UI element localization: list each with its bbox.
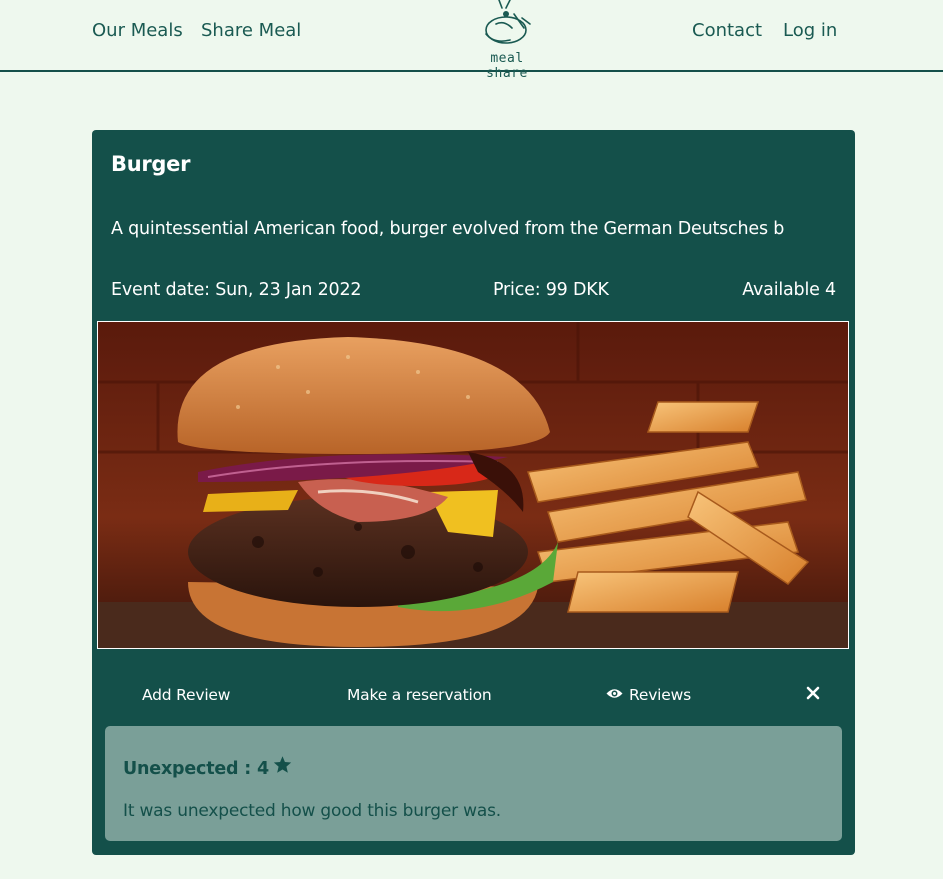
meal-card: Burger A quintessential American food, b…	[92, 130, 855, 855]
review-item: Unexpected : 4 It was unexpected how goo…	[105, 726, 842, 841]
star-icon	[273, 756, 292, 773]
meal-image	[97, 321, 849, 649]
nav-log-in[interactable]: Log in	[783, 20, 837, 41]
nav-share-meal[interactable]: Share Meal	[201, 20, 301, 41]
add-review-button[interactable]: Add Review	[142, 686, 230, 704]
meal-availability: Available 4	[742, 280, 836, 300]
meal-title: Burger	[111, 152, 191, 176]
make-reservation-button[interactable]: Make a reservation	[347, 686, 492, 704]
eye-icon	[606, 689, 623, 698]
nav-contact[interactable]: Contact	[692, 20, 762, 41]
close-button[interactable]	[805, 684, 821, 702]
reviews-label: Reviews	[629, 686, 691, 704]
burger-photo	[98, 322, 848, 648]
event-date: Event date: Sun, 23 Jan 2022	[111, 280, 362, 300]
review-title: Unexpected : 4	[123, 755, 293, 779]
reviews-button[interactable]: Reviews	[606, 686, 691, 704]
review-text: It was unexpected how good this burger w…	[123, 801, 501, 821]
meal-share-logo[interactable]: meal share	[466, 0, 548, 81]
close-icon	[806, 686, 820, 700]
logo-icon	[485, 0, 531, 44]
review-title-text: Unexpected : 4	[123, 759, 269, 779]
meal-description: A quintessential American food, burger e…	[111, 219, 785, 239]
logo-text: meal share	[486, 51, 528, 81]
site-header: Our Meals Share Meal meal share Contact …	[0, 0, 943, 81]
meal-price: Price: 99 DKK	[493, 280, 609, 300]
nav-our-meals[interactable]: Our Meals	[92, 20, 183, 41]
